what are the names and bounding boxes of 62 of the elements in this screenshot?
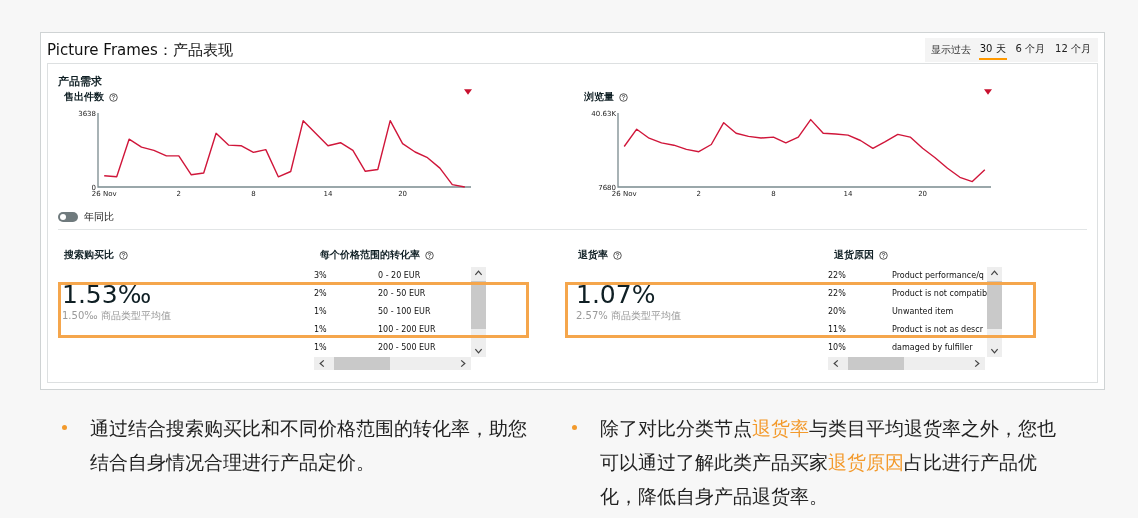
toggle-switch[interactable] — [58, 212, 78, 222]
table-title: 每个价格范围的转化率 — [320, 248, 420, 262]
scroll-up-icon[interactable] — [474, 269, 483, 277]
metric-value: 1.53‰ — [61, 281, 153, 309]
scroll-left-icon[interactable] — [832, 359, 840, 368]
period-label: 显示过去 — [930, 43, 971, 57]
table-cell-text: 20% — [828, 307, 847, 317]
triangle-marker-icon — [464, 89, 472, 95]
toggle-label: 年同比 — [84, 210, 114, 224]
category-average: 1.50‰ 商品类型平均值 — [61, 309, 172, 323]
metric-title: 搜索购买比 — [64, 248, 114, 262]
period-tab[interactable]: 12 个月 — [1054, 40, 1092, 60]
scroll-right-icon[interactable] — [459, 359, 467, 368]
table-cell-text: 10% — [828, 343, 847, 353]
table-cell-text: 2% — [314, 289, 328, 299]
bullet-text: 通过结合搜索购买比和不同价格范围的转化率，助您结合自身情况合理进行产品定价。 — [90, 417, 528, 475]
help-icon[interactable] — [619, 92, 628, 102]
page-title: Picture Frames：产品表现 — [47, 40, 233, 60]
table-cell: damaged by fulfiller — [892, 343, 973, 353]
metric-title: 退货率 — [578, 248, 608, 262]
scroll-down-icon[interactable] — [474, 347, 483, 355]
vertical-scrollbar[interactable] — [987, 267, 1002, 357]
table-cell: 0 - 20 EUR — [378, 271, 421, 281]
chart-title: 浏览量 — [584, 90, 614, 104]
table-cell-text: 22% — [828, 271, 847, 281]
help-icon[interactable] — [613, 250, 622, 260]
table-cell-text: 1% — [314, 307, 328, 317]
metric-value: 1.07% — [575, 281, 657, 309]
table-cell: Unwanted item — [892, 307, 954, 317]
bullet-icon — [62, 425, 67, 430]
help-icon[interactable] — [119, 250, 128, 260]
scroll-left-icon[interactable] — [318, 359, 326, 368]
table-cell: 100 - 200 EUR — [378, 325, 436, 335]
horizontal-scrollbar[interactable] — [314, 357, 471, 370]
section-title: 产品需求 — [58, 74, 103, 89]
period-tab[interactable]: 30 天 — [978, 40, 1007, 60]
table-cell-text: 1% — [314, 325, 328, 335]
table-cell: 200 - 500 EUR — [378, 343, 436, 353]
scroll-up-icon[interactable] — [990, 269, 999, 277]
triangle-marker-icon — [984, 89, 992, 95]
help-icon[interactable] — [425, 250, 434, 260]
table-cell: 50 - 100 EUR — [378, 307, 431, 317]
scroll-right-icon[interactable] — [973, 359, 981, 368]
vertical-scrollbar[interactable] — [471, 267, 486, 357]
table-cell: 20 - 50 EUR — [378, 289, 426, 299]
table-cell-text: 3% — [314, 271, 328, 281]
table-cell: Product performance/q — [892, 271, 984, 281]
table-cell: Product is not compatib — [892, 289, 987, 299]
table-title: 退货原因 — [834, 248, 874, 262]
bullet-icon — [572, 425, 577, 430]
table-cell-text: 1% — [314, 343, 328, 353]
horizontal-scrollbar[interactable] — [828, 357, 985, 370]
period-tab[interactable]: 6 个月 — [1014, 40, 1047, 60]
table-cell-text: 22% — [828, 289, 847, 299]
table-cell: Product is not as descr — [892, 325, 983, 335]
help-icon[interactable] — [109, 92, 118, 102]
bullet-text: 除了对比分类节点退货率与类目平均退货率之外，您也可以通过了解此类产品买家退货原因占比进行产品优化，降低自身产品退货率。 — [600, 417, 1057, 509]
table-cell-text: 11% — [828, 325, 847, 335]
scroll-down-icon[interactable] — [990, 347, 999, 355]
chart-title: 售出件数 — [64, 90, 104, 104]
category-average: 2.57% 商品类型平均值 — [575, 309, 682, 323]
help-icon[interactable] — [879, 250, 888, 260]
